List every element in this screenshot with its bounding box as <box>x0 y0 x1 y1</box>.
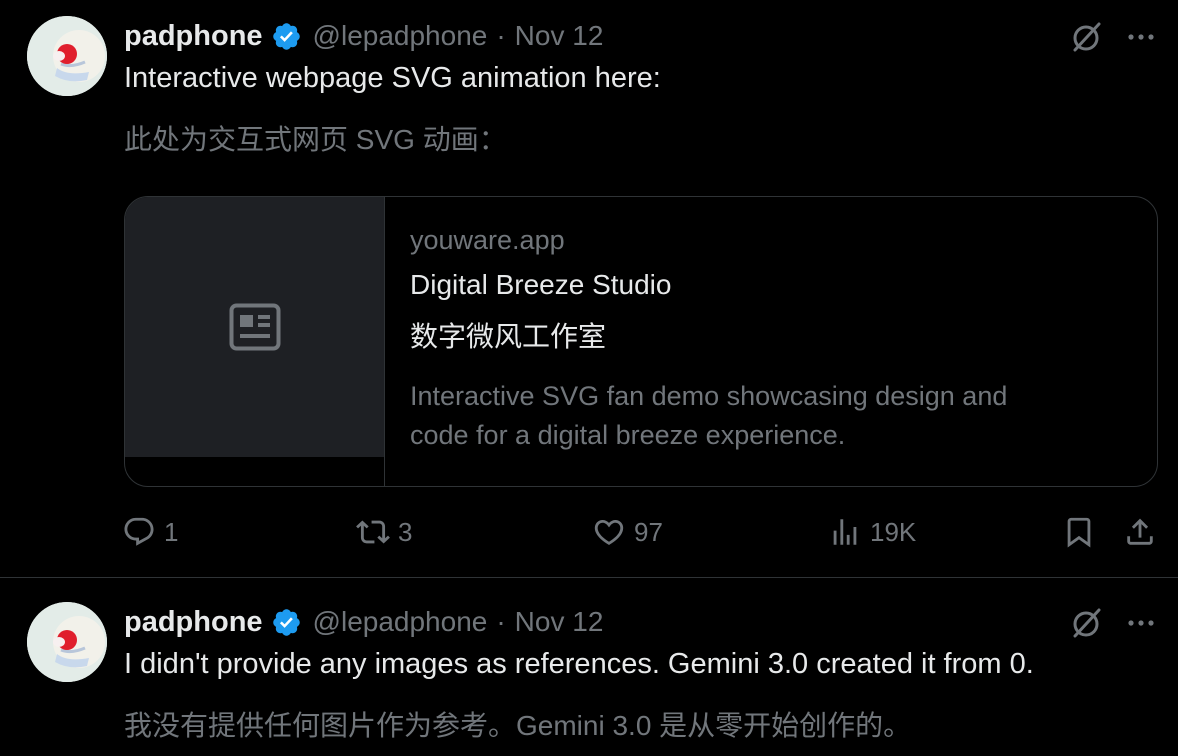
post-header: padphone @lepadphone · Nov 12 <box>124 602 603 642</box>
grok-icon[interactable] <box>1070 20 1104 54</box>
author-handle[interactable]: @lepadphone <box>313 20 488 52</box>
reply-button[interactable]: 1 <box>122 510 178 554</box>
card-body[interactable]: youware.app Digital Breeze Studio 数字微风工作… <box>410 221 1130 455</box>
card-domain: youware.app <box>410 225 565 255</box>
author-name[interactable]: padphone <box>124 606 263 639</box>
repost-button[interactable]: 3 <box>356 510 412 554</box>
avatar-image <box>27 16 107 96</box>
more-icon[interactable] <box>1125 21 1157 53</box>
author-handle[interactable]: @lepadphone <box>313 606 488 638</box>
repost-count: 3 <box>398 516 413 547</box>
grok-icon[interactable] <box>1070 606 1104 640</box>
card-description-line: Interactive SVG fan demo showcasing desi… <box>410 381 1008 411</box>
verified-badge-icon[interactable] <box>271 21 302 52</box>
like-count: 97 <box>634 516 663 547</box>
post-timestamp[interactable]: Nov 12 <box>515 20 604 52</box>
card-divider <box>384 197 385 486</box>
avatar[interactable] <box>27 16 107 96</box>
bookmark-icon <box>1067 517 1091 548</box>
article-icon <box>229 303 281 351</box>
views-button[interactable]: 19K <box>828 510 916 554</box>
share-icon <box>1127 518 1153 545</box>
bookmark-button[interactable] <box>1062 510 1096 554</box>
card-description-line: code for a digital breeze experience. <box>410 420 846 450</box>
header-separator: · <box>496 606 506 637</box>
post-text-translation: 我没有提供任何图片作为参考。Gemini 3.0 是从零开始创作的。 <box>124 710 912 741</box>
header-separator: · <box>496 20 506 51</box>
share-button[interactable] <box>1123 510 1157 554</box>
card-description: Interactive SVG fan demo showcasing desi… <box>410 377 1130 455</box>
post[interactable]: padphone @lepadphone · Nov 12 I didn't p… <box>0 578 1178 756</box>
like-button[interactable]: 97 <box>592 510 663 554</box>
card-thumbnail[interactable] <box>125 197 384 457</box>
post-header: padphone @lepadphone · Nov 12 <box>124 16 603 56</box>
link-preview-card[interactable]: youware.app Digital Breeze Studio 数字微风工作… <box>124 196 1158 487</box>
reply-count: 1 <box>164 516 179 547</box>
more-icon[interactable] <box>1125 607 1157 639</box>
views-icon <box>833 519 857 545</box>
post-text: Interactive webpage SVG animation here: <box>124 62 661 94</box>
reply-icon <box>124 517 154 546</box>
author-name[interactable]: padphone <box>124 20 263 53</box>
post-timestamp[interactable]: Nov 12 <box>515 606 604 638</box>
views-count: 19K <box>870 516 917 547</box>
post-text-translation: 此处为交互式网页 SVG 动画： <box>124 124 507 155</box>
post[interactable]: padphone @lepadphone · Nov 12 Interactiv… <box>0 0 1178 578</box>
repost-icon <box>356 520 390 544</box>
card-title-translation: 数字微风工作室 <box>410 321 607 352</box>
card-title: Digital Breeze Studio <box>410 269 672 300</box>
post-actions: 1 3 97 19K <box>0 510 1178 554</box>
verified-badge-icon[interactable] <box>271 607 302 638</box>
avatar-image <box>27 602 107 682</box>
heart-icon <box>594 519 624 545</box>
avatar[interactable] <box>27 602 107 682</box>
post-text: I didn't provide any images as reference… <box>124 648 1034 680</box>
